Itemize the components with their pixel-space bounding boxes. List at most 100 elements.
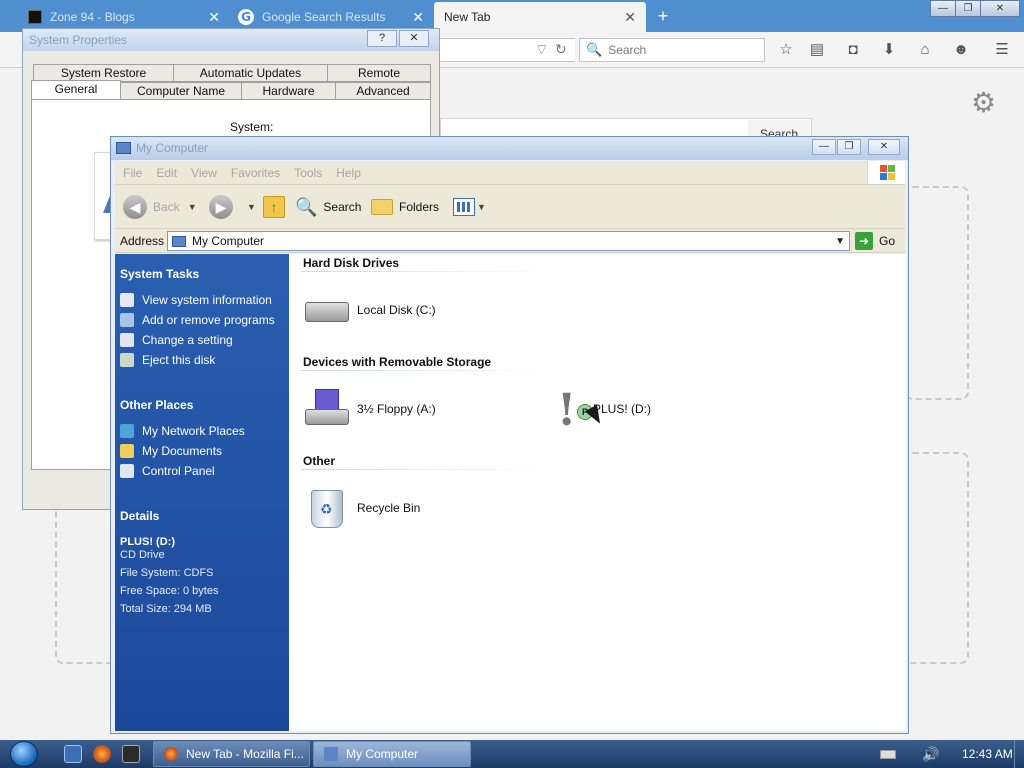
search-label: Search	[323, 200, 362, 214]
tab-advanced[interactable]: Advanced	[335, 82, 431, 100]
address-input[interactable]: My Computer ▼	[167, 231, 850, 251]
keyboard-tray-icon[interactable]	[880, 750, 896, 759]
show-desktop-button[interactable]	[1014, 740, 1024, 768]
back-button[interactable]: ◀ Back ▼	[123, 194, 197, 220]
menu-icon[interactable]: ☰	[992, 40, 1012, 60]
details-heading[interactable]: Details	[120, 509, 159, 523]
taskbar-button-my-computer[interactable]: My Computer	[313, 741, 471, 767]
reload-icon[interactable]: ↻	[555, 41, 567, 58]
menu-tools[interactable]: Tools	[294, 166, 322, 180]
dropdown-arrow-icon[interactable]: ▽	[537, 42, 546, 56]
google-favicon-icon: G	[238, 9, 254, 25]
computer-icon	[324, 747, 338, 761]
place-my-network-places[interactable]: My Network Places	[120, 424, 245, 438]
folders-button[interactable]: Folders	[371, 194, 439, 220]
menu-favorites[interactable]: Favorites	[231, 166, 280, 180]
go-button[interactable]: ➜ Go	[855, 231, 895, 251]
address-dropdown-icon[interactable]: ▼	[835, 236, 845, 247]
group-hard-disk-drives: Hard Disk Drives	[303, 256, 400, 270]
place-my-documents[interactable]: My Documents	[120, 444, 222, 458]
up-folder-button[interactable]: ↑	[263, 194, 285, 220]
minimize-button[interactable]: —	[930, 0, 956, 17]
details-free-space: Free Space: 0 bytes	[120, 585, 219, 597]
back-label: Back	[153, 200, 180, 214]
task-add-remove-programs[interactable]: Add or remove programs	[120, 313, 275, 327]
tab-general[interactable]: General	[31, 80, 121, 101]
task-change-setting[interactable]: Change a setting	[120, 333, 233, 347]
recycle-bin[interactable]: Recycle Bin	[303, 488, 420, 528]
task-label: Eject this disk	[142, 353, 216, 367]
tab-computer-name[interactable]: Computer Name	[120, 82, 242, 100]
tab-hardware[interactable]: Hardware	[241, 82, 336, 100]
minimize-button[interactable]: —	[812, 139, 836, 155]
reading-list-icon[interactable]: ▤	[807, 40, 827, 60]
search-button[interactable]: 🔍 Search	[295, 194, 361, 220]
settings-gear-icon[interactable]: ⚙	[971, 86, 996, 119]
search-placeholder: Search	[608, 43, 647, 57]
home-icon[interactable]: ⌂	[915, 40, 935, 60]
dialog-titlebar: System Properties ? ✕	[23, 29, 439, 51]
start-button[interactable]	[10, 741, 38, 767]
forward-button[interactable]: ▶ ▼	[209, 194, 256, 220]
tab-label: Google Search Results	[262, 10, 386, 24]
place-label: My Documents	[142, 444, 223, 458]
tab-close-icon[interactable]: ✕	[412, 9, 424, 26]
tile-placeholder[interactable]	[905, 452, 969, 664]
my-documents-icon	[120, 444, 134, 458]
address-value: My Computer	[192, 234, 265, 248]
drive-floppy-a[interactable]: 3½ Floppy (A:)	[303, 389, 436, 429]
tab-close-icon[interactable]: ✕	[208, 9, 220, 26]
search-input[interactable]: 🔍 Search	[579, 38, 765, 62]
views-dropdown-icon: ▼	[477, 202, 486, 212]
drive-local-disk-c[interactable]: Local Disk (C:)	[303, 290, 436, 330]
hello-icon[interactable]: ☻	[951, 40, 971, 60]
bookmark-star-icon[interactable]: ☆	[776, 40, 796, 60]
close-button[interactable]: ✕	[868, 139, 900, 155]
menu-file[interactable]: File	[123, 166, 142, 180]
maximize-button[interactable]: ❐	[837, 139, 861, 155]
maximize-button[interactable]: ❐	[955, 0, 981, 17]
help-button[interactable]: ?	[367, 30, 397, 47]
menu-view[interactable]: View	[191, 166, 217, 180]
volume-network-tray-icon[interactable]: 🔊	[922, 746, 939, 763]
tab-automatic-updates[interactable]: Automatic Updates	[173, 64, 328, 82]
explorer-quicklaunch-icon[interactable]	[64, 745, 82, 763]
forward-arrow-icon: ▶	[209, 195, 233, 219]
drive-label: Local Disk (C:)	[357, 303, 436, 317]
taskbar-button-firefox[interactable]: New Tab - Mozilla Fi...	[153, 741, 310, 767]
close-button[interactable]: ✕	[980, 0, 1020, 17]
downloads-icon[interactable]: ⬇	[879, 40, 899, 60]
other-places-heading[interactable]: Other Places	[120, 398, 193, 412]
task-eject-disk[interactable]: Eject this disk	[120, 353, 215, 367]
details-drive-type: CD Drive	[120, 549, 165, 561]
taskbar-button-label: New Tab - Mozilla Fi...	[186, 747, 304, 761]
clock[interactable]: 12:43 AM	[962, 747, 1013, 761]
group-divider	[301, 271, 546, 272]
tab-new-tab[interactable]: New Tab ✕	[434, 2, 646, 32]
pocket-icon[interactable]: ◘	[843, 40, 863, 60]
tab-close-icon[interactable]: ✕	[624, 9, 636, 26]
tab-remote[interactable]: Remote	[327, 64, 431, 82]
go-label: Go	[879, 234, 896, 248]
taskbar-button-label: My Computer	[346, 747, 419, 761]
media-quicklaunch-icon[interactable]	[122, 745, 140, 763]
menu-help[interactable]: Help	[336, 166, 361, 180]
close-button[interactable]: ✕	[399, 30, 429, 47]
system-tasks-heading[interactable]: System Tasks	[120, 267, 199, 281]
back-dropdown-icon[interactable]: ▼	[188, 202, 197, 212]
details-file-system: File System: CDFS	[120, 567, 214, 579]
url-bar[interactable]: ▽ ↻	[430, 38, 575, 62]
place-control-panel[interactable]: Control Panel	[120, 464, 215, 478]
views-button[interactable]: ▼	[453, 194, 486, 220]
forward-dropdown-icon[interactable]: ▼	[247, 202, 256, 212]
task-view-system-information[interactable]: View system information	[120, 293, 272, 307]
group-divider	[301, 370, 546, 371]
new-tab-button[interactable]: +	[652, 6, 674, 26]
menu-edit[interactable]: Edit	[156, 166, 177, 180]
firefox-quicklaunch-icon[interactable]	[93, 745, 111, 763]
group-removable-storage: Devices with Removable Storage	[303, 355, 492, 369]
up-folder-icon: ↑	[263, 196, 285, 218]
group-divider	[301, 469, 546, 470]
hard-disk-icon	[303, 290, 351, 330]
tile-placeholder[interactable]	[905, 186, 969, 400]
